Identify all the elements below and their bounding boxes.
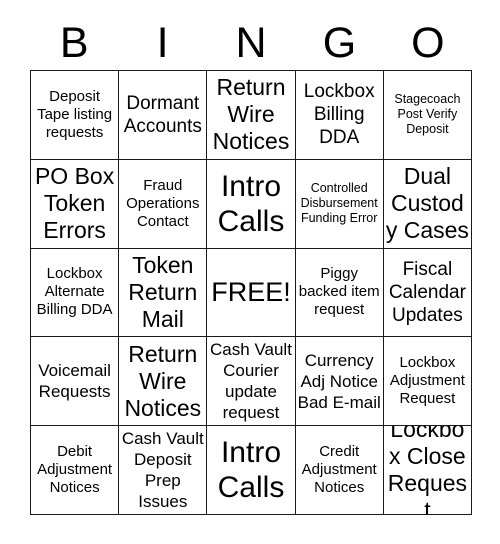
- bingo-cell-text: Controlled Disbursement Funding Error: [300, 181, 378, 226]
- bingo-cell-free-space[interactable]: FREE!: [207, 248, 296, 338]
- bingo-cell-b2[interactable]: PO Box Token Errors: [31, 159, 120, 249]
- bingo-cell-o2[interactable]: Dual Custody Cases: [383, 159, 472, 249]
- header-letter-g: G: [322, 19, 357, 67]
- bingo-cell-text: Lockbox Close Request: [387, 426, 468, 515]
- bingo-cell-text: Lockbox Adjustment Request: [389, 354, 465, 408]
- bingo-card: B I N G O Deposit Tape listing requests …: [0, 0, 500, 544]
- bingo-cell-b5[interactable]: Debit Adjustment Notices: [31, 426, 120, 515]
- bingo-cell-text: Credit Adjustment Notices: [301, 443, 377, 497]
- bingo-cell-g4[interactable]: Currency Adj Notice Bad E-mail: [295, 337, 384, 427]
- bingo-cell-o3[interactable]: Fiscal Calendar Updates: [383, 248, 472, 338]
- bingo-cell-g2[interactable]: Controlled Disbursement Funding Error: [295, 159, 384, 249]
- bingo-cell-text: Lockbox Billing DDA: [303, 81, 375, 149]
- bingo-cell-text: Voicemail Requests: [38, 361, 111, 402]
- bingo-cell-text: Intro Calls: [217, 169, 285, 238]
- bingo-cell-text: Return Wire Notices: [124, 340, 202, 421]
- bingo-cell-i1[interactable]: Dormant Accounts: [119, 71, 208, 160]
- bingo-cell-text: Dormant Accounts: [123, 92, 202, 137]
- bingo-cell-g1[interactable]: Lockbox Billing DDA: [295, 71, 384, 160]
- bingo-cell-i4[interactable]: Return Wire Notices: [119, 337, 208, 427]
- bingo-cell-o5[interactable]: Lockbox Close Request: [383, 426, 472, 515]
- bingo-cell-o4[interactable]: Lockbox Adjustment Request: [383, 337, 472, 427]
- bingo-cell-text: Token Return Mail: [128, 251, 198, 332]
- bingo-cell-i2[interactable]: Fraud Operations Contact: [119, 159, 208, 249]
- header-letter-o: O: [411, 19, 445, 67]
- bingo-cell-n5[interactable]: Intro Calls: [207, 426, 296, 515]
- bingo-cell-text: Fraud Operations Contact: [126, 176, 200, 230]
- bingo-cell-b3[interactable]: Lockbox Alternate Billing DDA: [31, 248, 120, 338]
- bingo-cell-n1[interactable]: Return Wire Notices: [207, 71, 296, 160]
- bingo-cell-text: Currency Adj Notice Bad E-mail: [297, 350, 381, 412]
- bingo-cell-i3[interactable]: Token Return Mail: [119, 248, 208, 338]
- bingo-cell-text: Intro Calls: [217, 436, 285, 505]
- bingo-cell-text: FREE!: [211, 276, 291, 307]
- bingo-cell-b4[interactable]: Voicemail Requests: [31, 337, 120, 427]
- bingo-cell-n2[interactable]: Intro Calls: [207, 159, 296, 249]
- bingo-cell-text: Dual Custody Cases: [385, 163, 469, 244]
- bingo-cell-text: Debit Adjustment Notices: [37, 443, 113, 497]
- bingo-header: B I N G O: [30, 18, 472, 68]
- header-letter-n: N: [235, 19, 267, 67]
- bingo-cell-text: Fiscal Calendar Updates: [388, 258, 466, 326]
- bingo-cell-text: Piggy backed item request: [298, 265, 380, 319]
- header-letter-i: I: [156, 19, 169, 67]
- bingo-grid: Deposit Tape listing requests Dormant Ac…: [30, 70, 472, 515]
- bingo-cell-text: Cash Vault Deposit Prep Issues: [121, 429, 204, 512]
- bingo-cell-text: Return Wire Notices: [212, 74, 290, 155]
- bingo-cell-g5[interactable]: Credit Adjustment Notices: [295, 426, 384, 515]
- bingo-cell-text: Cash Vault Courier update request: [210, 340, 292, 423]
- bingo-cell-i5[interactable]: Cash Vault Deposit Prep Issues: [119, 426, 208, 515]
- bingo-cell-o1[interactable]: Stagecoach Post Verify Deposit: [383, 71, 472, 160]
- bingo-cell-n4[interactable]: Cash Vault Courier update request: [207, 337, 296, 427]
- bingo-cell-text: Stagecoach Post Verify Deposit: [394, 92, 461, 137]
- bingo-cell-g3[interactable]: Piggy backed item request: [295, 248, 384, 338]
- bingo-cell-text: PO Box Token Errors: [34, 163, 115, 244]
- bingo-cell-text: Deposit Tape listing requests: [37, 87, 113, 141]
- header-letter-b: B: [59, 19, 89, 67]
- bingo-cell-text: Lockbox Alternate Billing DDA: [36, 265, 113, 319]
- bingo-cell-b1[interactable]: Deposit Tape listing requests: [31, 71, 120, 160]
